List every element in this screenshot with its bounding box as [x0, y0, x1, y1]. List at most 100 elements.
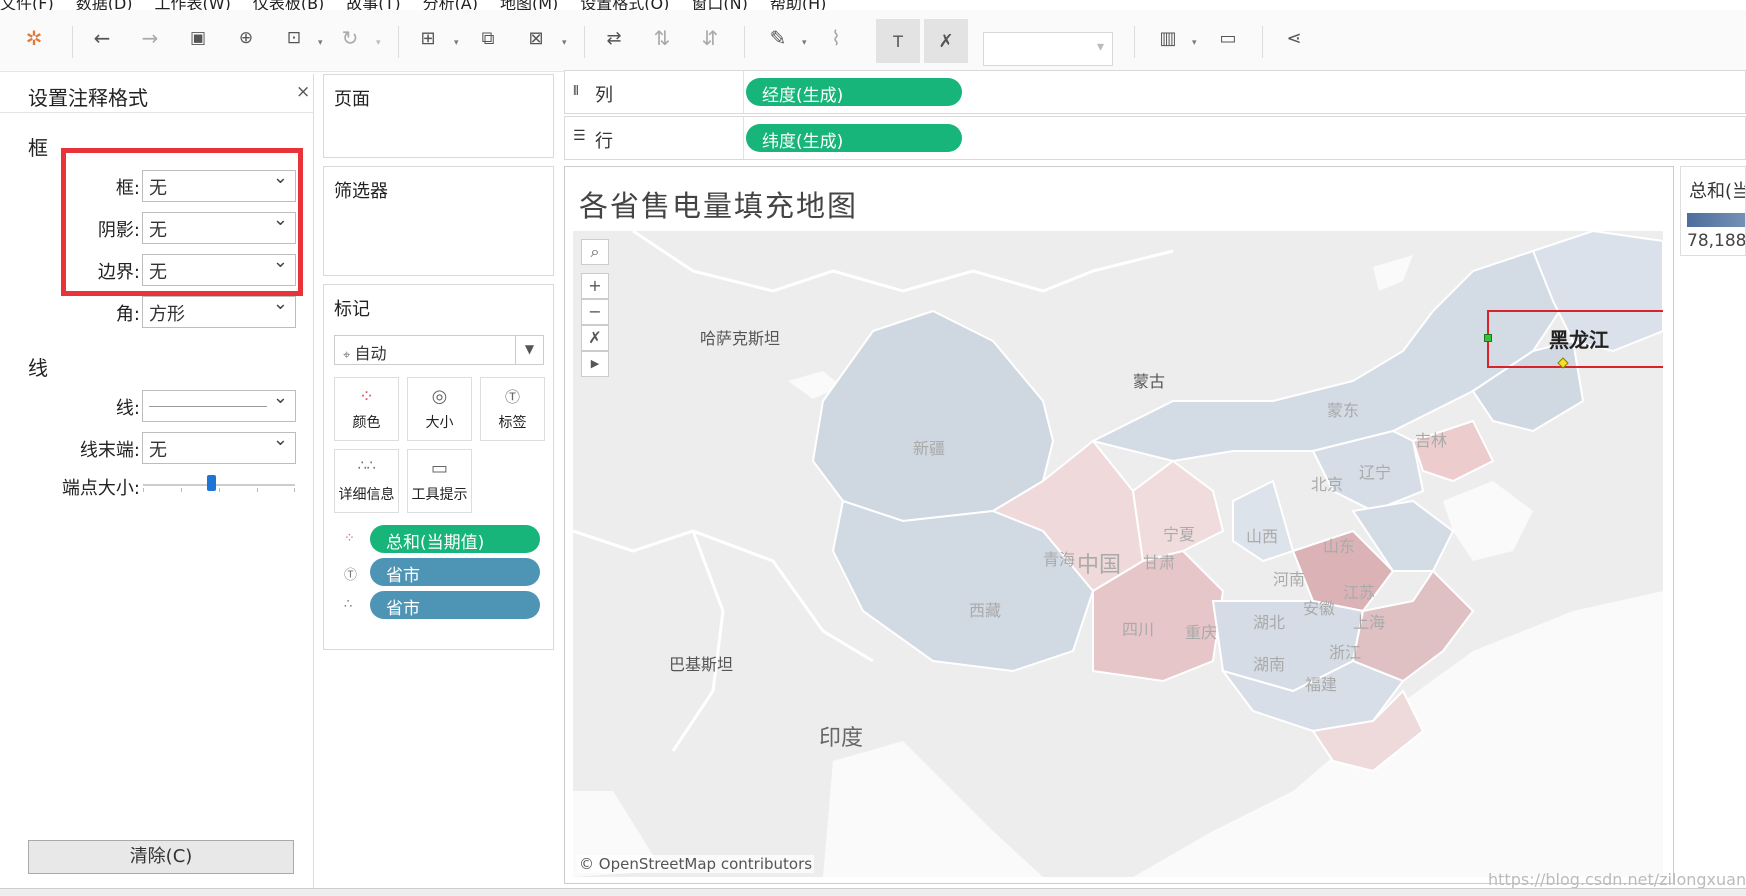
- zoom-in-icon[interactable]: +: [581, 273, 609, 299]
- legend-title: 总和(当期值): [1689, 181, 1745, 202]
- color-icon: ⁘: [358, 386, 375, 407]
- presentation-mode-icon[interactable]: ▭: [1214, 24, 1242, 52]
- annotation-anchor-point[interactable]: [1557, 357, 1569, 369]
- rows-shelf[interactable]: ☰ 行 纬度(生成): [564, 116, 1746, 160]
- corner-label: 角:: [115, 304, 140, 325]
- map-label-shanxi: 山西: [1246, 527, 1279, 546]
- tableau-logo-icon[interactable]: ✲: [20, 24, 48, 52]
- map-label-shanghai: 上海: [1353, 613, 1386, 632]
- pages-card[interactable]: 页面: [323, 74, 554, 158]
- highlight-box: [61, 148, 303, 296]
- filters-card[interactable]: 筛选器: [323, 166, 554, 276]
- rows-label: 行: [595, 131, 613, 152]
- sort-descending-icon[interactable]: ⇵: [696, 24, 724, 52]
- clear-button[interactable]: 清除(C): [28, 840, 294, 874]
- legend-min-value: 78,188: [1687, 231, 1746, 251]
- map-label-qinghai: 青海: [1043, 550, 1076, 569]
- size-button[interactable]: ◎ 大小: [407, 377, 472, 441]
- map-label-zhejiang: 浙江: [1329, 643, 1362, 662]
- map-icon: ⌖: [343, 348, 355, 363]
- watermark: https://blog.csdn.net/zilongxuan008: [1488, 870, 1746, 889]
- show-me-dropdown-icon[interactable]: ▾: [1192, 38, 1197, 48]
- swap-rows-columns-icon[interactable]: ⇄: [600, 24, 628, 52]
- reset-map-icon[interactable]: ✗: [581, 325, 609, 351]
- map-label-hubei: 湖北: [1253, 613, 1286, 632]
- map-label-jiangsu: 江苏: [1343, 583, 1376, 602]
- zoom-out-icon[interactable]: −: [581, 299, 609, 325]
- detail-pill-icon: ∴: [344, 597, 353, 612]
- highlight-icon[interactable]: ✎: [764, 24, 792, 52]
- new-worksheet-icon[interactable]: ⊞: [414, 24, 442, 52]
- clear-sheet-icon[interactable]: ⊠: [522, 24, 550, 52]
- new-worksheet-dropdown-icon[interactable]: ▾: [454, 38, 459, 48]
- save-icon[interactable]: ▣: [184, 24, 212, 52]
- endpoint-size-label: 端点大小:: [61, 478, 140, 499]
- highlight-dropdown-icon[interactable]: ▾: [802, 38, 807, 48]
- filled-map[interactable]: 哈萨克斯坦 蒙古 巴基斯坦 印度 中国 新疆 青海 西藏 甘肃 宁夏 四川 重庆…: [573, 231, 1663, 877]
- marks-title: 标记: [334, 299, 370, 320]
- clear-sheet-dropdown-icon[interactable]: ▾: [562, 38, 567, 48]
- sort-ascending-icon[interactable]: ⇅: [648, 24, 676, 52]
- line-style-sample: [149, 406, 267, 407]
- province-label-pill[interactable]: 省市: [370, 558, 540, 586]
- fit-dropdown[interactable]: [983, 32, 1113, 66]
- corner-select[interactable]: 方形: [142, 293, 296, 328]
- mark-type-dropdown[interactable]: ⌖ 自动 ▼: [334, 335, 544, 365]
- line-style-select[interactable]: [142, 387, 296, 422]
- map-label-pakistan: 巴基斯坦: [669, 655, 734, 674]
- undo-icon[interactable]: ←: [88, 24, 116, 52]
- area-annotation[interactable]: 黑龙江: [1484, 310, 1663, 369]
- marks-card: 标记 ⌖ 自动 ▼ ⁘ 颜色 ◎ 大小 Ⓣ 标签 ∴∴ 详细信息 ▭ 工具提示 ⁘ 总和(…: [323, 284, 554, 650]
- tooltip-icon: ▭: [430, 458, 448, 479]
- worksheet-view: 各省售电量填充地图 哈萨克斯坦 蒙古 巴基斯坦 印度 中国 新疆 青海 西藏 甘…: [564, 166, 1674, 884]
- close-icon[interactable]: ×: [296, 82, 310, 102]
- tooltip-button[interactable]: ▭ 工具提示: [407, 449, 472, 513]
- expand-toolbar-icon[interactable]: ▶: [581, 351, 609, 377]
- latitude-pill[interactable]: 纬度(生成): [746, 124, 962, 152]
- color-button[interactable]: ⁘ 颜色: [334, 377, 399, 441]
- map-label-xinjiang: 新疆: [913, 439, 946, 458]
- annotation-resize-handle-left[interactable]: [1484, 334, 1492, 342]
- endpoint-size-slider[interactable]: [143, 484, 295, 486]
- duplicate-sheet-icon[interactable]: ⧉: [474, 24, 502, 52]
- map-label-anhui: 安徽: [1303, 599, 1336, 618]
- map-label-india: 印度: [819, 726, 864, 751]
- columns-shelf[interactable]: ⦀ 列 经度(生成): [564, 70, 1746, 114]
- show-me-chart-icon[interactable]: ▥: [1154, 24, 1182, 52]
- map-label-mongolia: 蒙古: [1133, 372, 1166, 391]
- legend-gradient: [1687, 213, 1745, 227]
- annotation-text: 黑龙江: [1549, 328, 1609, 352]
- pane-title: 设置注释格式: [28, 86, 148, 110]
- pause-updates-dropdown-icon[interactable]: ▾: [318, 38, 323, 48]
- fix-axes-icon[interactable]: ✗: [924, 19, 968, 63]
- map-label-fujian: 福建: [1305, 675, 1338, 694]
- map-search-icon[interactable]: ⌕: [581, 239, 609, 265]
- map-label-xizang: 西藏: [969, 601, 1002, 620]
- map-label-jilin: 吉林: [1415, 431, 1448, 450]
- label-button[interactable]: Ⓣ 标签: [480, 377, 545, 441]
- show-mark-labels-icon[interactable]: T: [876, 19, 920, 63]
- map-label-china: 中国: [1077, 553, 1122, 578]
- map-label-liaoning: 辽宁: [1359, 463, 1392, 482]
- sum-current-value-pill[interactable]: 总和(当期值): [370, 525, 540, 553]
- group-members-icon[interactable]: ⌇: [822, 24, 850, 52]
- osm-attribution[interactable]: © OpenStreetMap contributors: [577, 855, 815, 873]
- longitude-pill[interactable]: 经度(生成): [746, 78, 962, 106]
- map-label-beijing: 北京: [1311, 475, 1344, 494]
- map-label-mengdong: 蒙东: [1327, 401, 1360, 420]
- endpoint-size-slider-thumb[interactable]: [207, 475, 217, 491]
- pause-updates-icon[interactable]: ⊡: [280, 24, 308, 52]
- line-end-select[interactable]: 无: [142, 429, 296, 464]
- detail-button[interactable]: ∴∴ 详细信息: [334, 449, 399, 513]
- redo-icon[interactable]: →: [136, 24, 164, 52]
- share-icon[interactable]: ⋖: [1280, 24, 1308, 52]
- refresh-icon[interactable]: ↻: [336, 24, 364, 52]
- color-legend[interactable]: 总和(当期值) 78,188: [1680, 166, 1746, 256]
- sheet-tabs-bar: [0, 888, 1746, 896]
- pages-title: 页面: [334, 89, 370, 110]
- map-controls: ⌕ + − ✗ ▶: [581, 239, 609, 377]
- province-detail-pill[interactable]: 省市: [370, 591, 540, 619]
- new-datasource-icon[interactable]: ⊕: [232, 24, 260, 52]
- refresh-dropdown-icon[interactable]: ▾: [376, 38, 381, 48]
- map-label-shandong: 山东: [1323, 537, 1356, 556]
